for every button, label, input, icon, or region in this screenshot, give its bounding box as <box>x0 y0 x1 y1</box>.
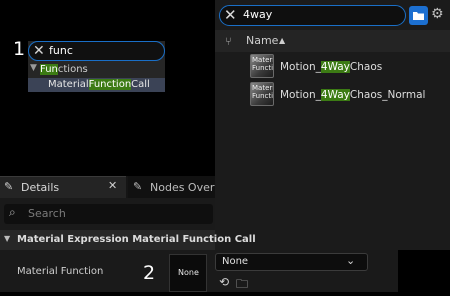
pencil-icon: ✎ <box>4 180 14 193</box>
result-label: MaterialFunctionCall <box>48 79 150 90</box>
thumbnail-label: None <box>178 268 199 277</box>
details-search-placeholder: Search <box>28 207 66 220</box>
folder-button[interactable] <box>409 6 428 25</box>
asset-search-query[interactable]: 4way <box>243 8 272 21</box>
expand-arrow-icon[interactable]: ▼ <box>30 63 37 73</box>
step-marker-2: 2 <box>143 262 156 284</box>
asset-thumbnail: Material Function <box>250 54 274 78</box>
tab-nodes-overview-label: Nodes Overview <box>150 181 215 194</box>
use-selected-asset-icon[interactable]: ⟲ <box>219 275 229 289</box>
asset-thumbnail: Material Function <box>250 82 274 106</box>
collapse-arrow-icon[interactable]: ▼ <box>4 234 10 243</box>
empty-area <box>398 250 450 292</box>
pencil-icon: ✎ <box>133 180 143 193</box>
browse-asset-icon[interactable]: 🗀 <box>236 275 248 296</box>
column-name[interactable]: Name <box>246 34 278 47</box>
clear-search-icon[interactable]: ✕ <box>33 43 45 59</box>
asset-name: Motion_4WayChaos_Normal <box>280 89 426 101</box>
node-search-query[interactable]: func <box>49 44 73 57</box>
asset-name: Motion_4WayChaos <box>280 61 383 73</box>
close-tab-icon[interactable]: ✕ <box>108 179 117 192</box>
property-label: Material Function <box>17 266 104 277</box>
sort-ascending-icon[interactable]: ▲ <box>279 36 285 45</box>
search-icon: ⌕ <box>9 205 16 219</box>
clear-search-icon[interactable]: ✕ <box>224 6 237 24</box>
hierarchy-icon: ⑂ <box>225 35 232 48</box>
folder-icon <box>413 12 424 20</box>
settings-gear-icon[interactable]: ⚙ <box>431 6 444 22</box>
step-marker-1: 1 <box>13 38 26 60</box>
dropdown-value: None <box>222 256 249 267</box>
section-title: Material Expression Material Function Ca… <box>17 234 256 245</box>
chevron-down-icon[interactable]: ⌄ <box>346 254 355 267</box>
category-label: Functions <box>40 64 88 75</box>
tab-details-label: Details <box>21 181 60 194</box>
